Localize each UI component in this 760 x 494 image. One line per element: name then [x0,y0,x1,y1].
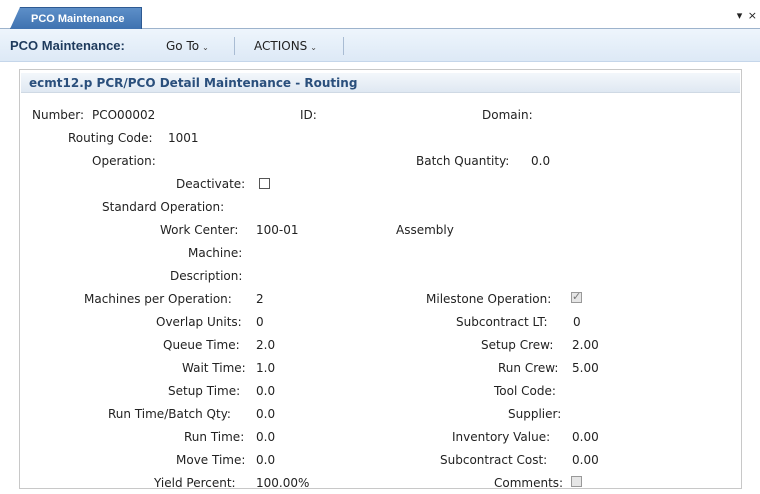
run-time-label: Run Time: [184,430,245,444]
run-crew-label: Run Crew: [498,361,559,375]
tab-menu-close-icon[interactable]: ▾ × [737,9,758,22]
overlap-units-value[interactable]: 0 [256,315,264,329]
operation-label: Operation: [92,154,156,168]
toolbar: PCO Maintenance: Go To ⌄ ACTIONS ⌄ [0,29,760,62]
milestone-operation-checkbox[interactable] [571,290,582,303]
subcontract-cost-value[interactable]: 0.00 [572,453,599,467]
panel-title: ecmt12.p PCR/PCO Detail Maintenance - Ro… [29,76,358,90]
move-time-value[interactable]: 0.0 [256,453,275,467]
subcontract-lt-label: Subcontract LT: [456,315,548,329]
yield-percent-label: Yield Percent: [154,476,236,490]
setup-time-value[interactable]: 0.0 [256,384,275,398]
tab-strip: PCO Maintenance ▾ × [0,0,760,29]
batch-quantity-value[interactable]: 0.0 [531,154,550,168]
machine-label: Machine: [188,246,243,260]
deactivate-checkbox[interactable] [259,178,270,189]
panel-header: ecmt12.p PCR/PCO Detail Maintenance - Ro… [21,73,740,93]
tool-code-label: Tool Code: [494,384,556,398]
run-crew-value[interactable]: 5.00 [572,361,599,375]
queue-time-value[interactable]: 2.0 [256,338,275,352]
toolbar-divider [343,37,344,55]
batch-quantity-label: Batch Quantity: [416,154,510,168]
toolbar-divider [234,37,235,55]
tab-pco-maintenance[interactable]: PCO Maintenance [10,7,142,29]
chevron-down-icon: ⌄ [202,43,209,52]
queue-time-label: Queue Time: [163,338,240,352]
move-time-label: Move Time: [176,453,246,467]
chevron-down-icon: ⌄ [310,43,317,52]
wait-time-value[interactable]: 1.0 [256,361,275,375]
inventory-value-value[interactable]: 0.00 [572,430,599,444]
goto-menu[interactable]: Go To ⌄ [166,39,209,53]
setup-time-label: Setup Time: [168,384,241,398]
standard-operation-label: Standard Operation: [102,200,225,214]
setup-crew-value[interactable]: 2.00 [572,338,599,352]
run-time-value[interactable]: 0.0 [256,430,275,444]
inventory-value-label: Inventory Value: [452,430,551,444]
tab-label: PCO Maintenance [31,13,125,25]
milestone-operation-label: Milestone Operation: [426,292,552,306]
subcontract-lt-value[interactable]: 0 [573,315,581,329]
id-label: ID: [300,108,317,122]
toolbar-title: PCO Maintenance: [10,38,125,53]
routing-detail-panel: ecmt12.p PCR/PCO Detail Maintenance - Ro… [19,69,742,490]
run-time-batch-qty-value[interactable]: 0.0 [256,407,275,421]
actions-menu[interactable]: ACTIONS ⌄ [254,39,317,53]
run-time-batch-qty-label: Run Time/Batch Qty: [108,407,231,421]
routing-code-value[interactable]: 1001 [168,131,199,145]
subcontract-cost-label: Subcontract Cost: [440,453,548,467]
number-label: Number: [32,108,85,122]
overlap-units-label: Overlap Units: [156,315,242,329]
yield-percent-value[interactable]: 100.00% [256,476,309,490]
actions-menu-label: ACTIONS [254,39,308,53]
comments-label: Comments: [494,476,564,490]
goto-menu-label: Go To [166,39,200,53]
domain-label: Domain: [482,108,533,122]
description-label: Description: [170,269,243,283]
work-center-description: Assembly [396,223,454,237]
work-center-label: Work Center: [160,223,239,237]
routing-code-label: Routing Code: [68,131,153,145]
deactivate-label: Deactivate: [176,177,246,191]
comments-checkbox[interactable] [571,476,582,487]
work-center-value[interactable]: 100-01 [256,223,299,237]
machines-per-operation-value[interactable]: 2 [256,292,264,306]
supplier-label: Supplier: [508,407,562,421]
setup-crew-label: Setup Crew: [481,338,554,352]
number-value[interactable]: PCO00002 [92,108,155,122]
machines-per-operation-label: Machines per Operation: [84,292,232,306]
wait-time-label: Wait Time: [182,361,246,375]
